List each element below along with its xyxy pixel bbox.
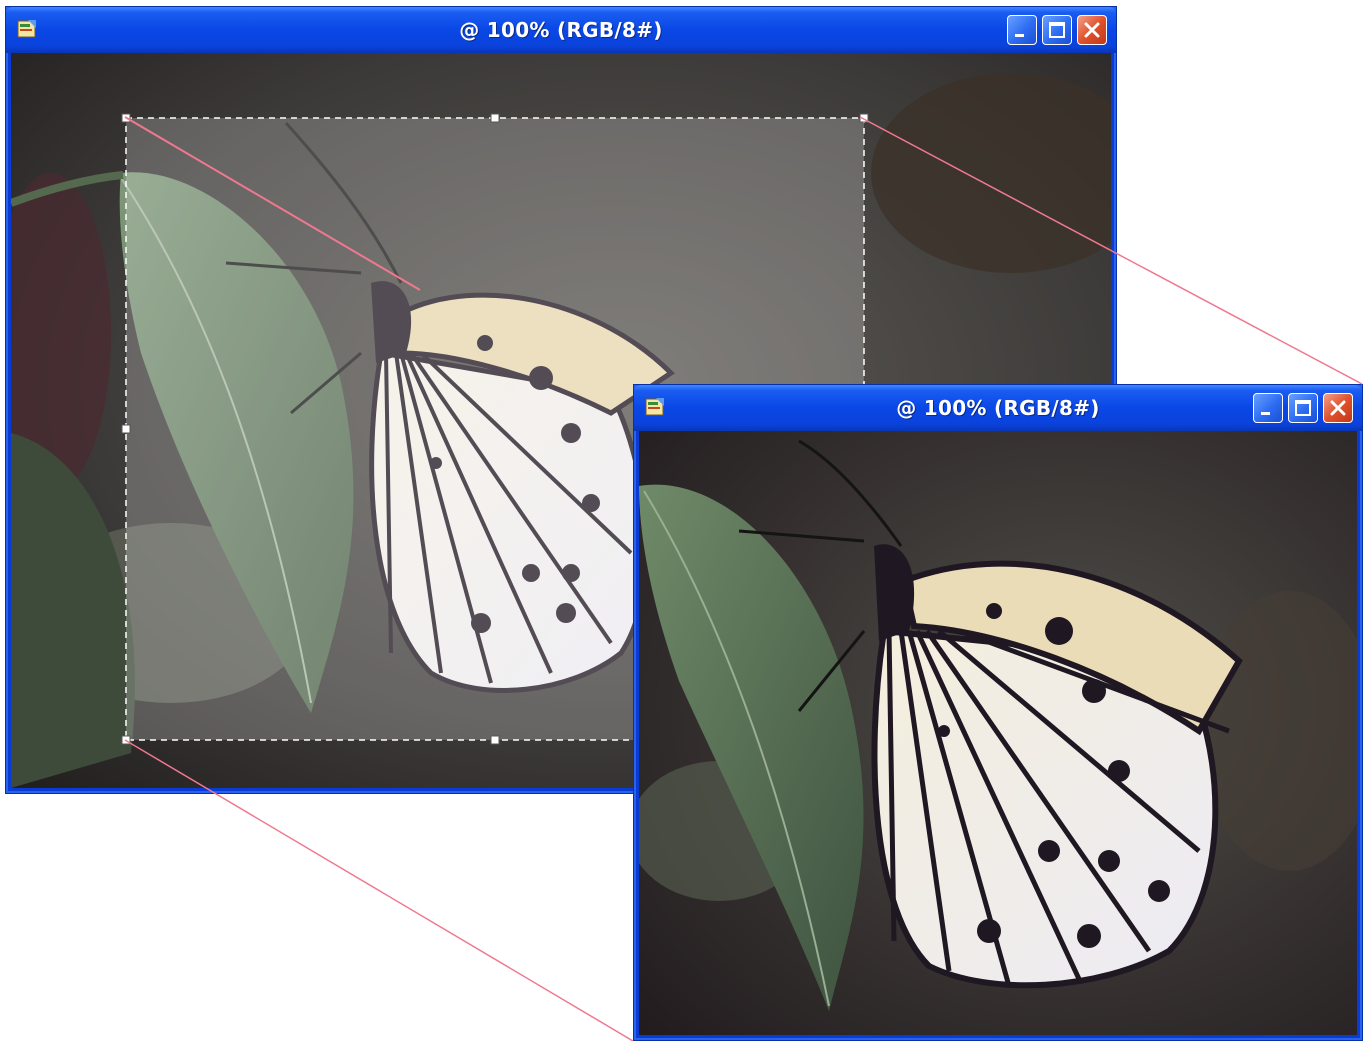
result-window-titlebar[interactable]: @ 100% (RGB/8#) xyxy=(634,385,1362,431)
minimize-icon xyxy=(1015,34,1024,37)
crop-handle xyxy=(859,113,869,123)
close-icon xyxy=(1330,400,1346,416)
crop-handle xyxy=(121,735,131,745)
close-button[interactable] xyxy=(1077,15,1107,45)
maximize-icon xyxy=(1049,22,1065,38)
minimize-icon xyxy=(1261,412,1270,415)
crop-handle xyxy=(121,113,131,123)
result-document-window[interactable]: @ 100% (RGB/8#) xyxy=(633,384,1363,1041)
crop-handle xyxy=(490,113,500,123)
source-window-title: @ 100% (RGB/8#) xyxy=(459,18,663,42)
crop-handle xyxy=(490,735,500,745)
close-button[interactable] xyxy=(1323,393,1353,423)
maximize-button[interactable] xyxy=(1042,15,1072,45)
maximize-icon xyxy=(1295,400,1311,416)
crop-handle xyxy=(121,424,131,434)
close-icon xyxy=(1084,22,1100,38)
result-canvas[interactable] xyxy=(639,431,1357,1035)
minimize-button[interactable] xyxy=(1253,393,1283,423)
maximize-button[interactable] xyxy=(1288,393,1318,423)
source-window-titlebar[interactable]: @ 100% (RGB/8#) xyxy=(6,7,1116,53)
minimize-button[interactable] xyxy=(1007,15,1037,45)
